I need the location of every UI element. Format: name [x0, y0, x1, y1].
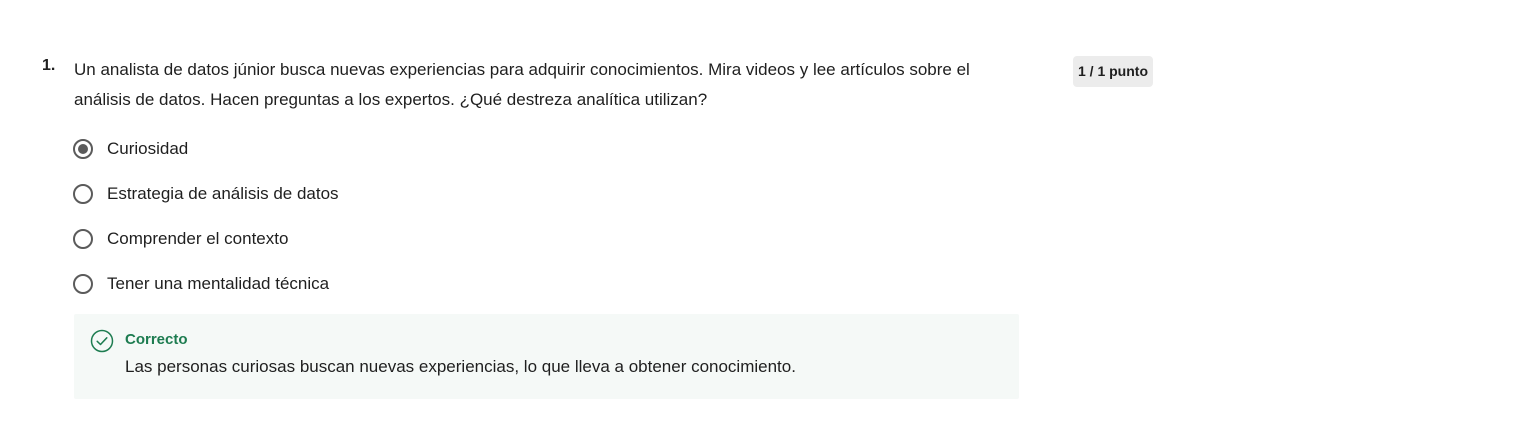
option-curiosidad[interactable]: Curiosidad: [73, 136, 493, 162]
check-circle-icon: [90, 329, 114, 353]
option-label: Comprender el contexto: [107, 229, 289, 248]
option-label: Tener una mentalidad técnica: [107, 274, 330, 293]
radio-button[interactable]: [73, 274, 93, 294]
option-estrategia[interactable]: Estrategia de análisis de datos: [73, 181, 493, 207]
question-number: 1.: [42, 57, 56, 74]
score-badge: 1 / 1 punto: [1073, 56, 1153, 87]
radio-button[interactable]: [73, 229, 93, 249]
option-contexto[interactable]: Comprender el contexto: [73, 226, 493, 252]
option-mentalidad[interactable]: Tener una mentalidad técnica: [73, 271, 493, 297]
question-text: Un analista de datos júnior busca nuevas…: [74, 60, 970, 109]
feedback-panel: Correcto Las personas curiosas buscan nu…: [74, 314, 1019, 399]
quiz-question: 1. Un analista de datos júnior busca nue…: [42, 55, 1172, 415]
feedback-text: Las personas curiosas buscan nuevas expe…: [125, 357, 796, 376]
option-label: Curiosidad: [107, 139, 189, 158]
feedback-title: Correcto: [125, 331, 188, 348]
option-label: Estrategia de análisis de datos: [107, 184, 339, 203]
radio-button[interactable]: [73, 184, 93, 204]
radio-button-selected[interactable]: [73, 139, 93, 159]
